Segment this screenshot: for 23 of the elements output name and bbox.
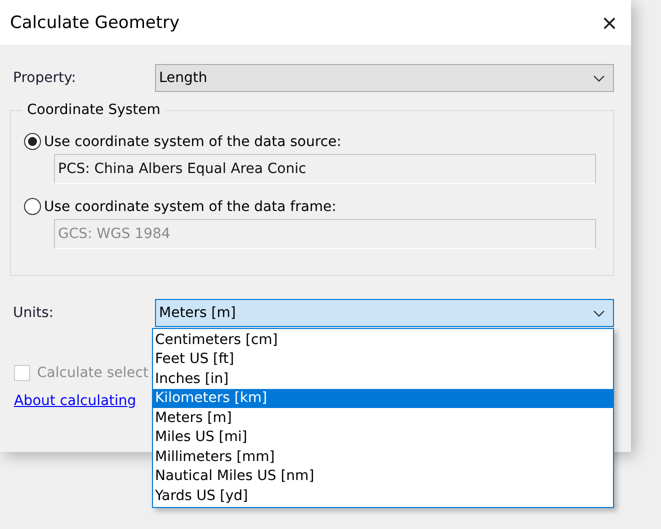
field-label: Units: xyxy=(12,305,55,321)
dropdown-option[interactable]: Millimeters [mm] xyxy=(153,447,613,466)
field-label: Property: xyxy=(12,70,77,86)
chevron-down-icon xyxy=(593,310,605,316)
units-dropdown[interactable]: Meters [m] xyxy=(155,299,614,327)
property-dropdown[interactable]: Length xyxy=(155,64,614,92)
radio-label: Use coordinate system of the data frame: xyxy=(44,198,336,214)
checkbox-label: Calculate select xyxy=(37,365,148,381)
window-title: Calculate Geometry xyxy=(10,12,180,32)
group-title: Coordinate System xyxy=(22,102,166,118)
chevron-down-icon xyxy=(593,74,605,82)
radio-button[interactable] xyxy=(24,133,41,150)
dropdown-option[interactable]: Yards US [yd] xyxy=(153,486,613,506)
dropdown-option[interactable]: Feet US [ft] xyxy=(153,350,613,369)
dropdown-option[interactable]: Miles US [mi] xyxy=(153,428,613,447)
dropdown-option[interactable]: Inches [in] xyxy=(153,369,613,388)
dropdown-option[interactable]: Nautical Miles US [nm] xyxy=(153,466,613,486)
dropdown-option[interactable]: Meters [m] xyxy=(153,408,613,428)
text-field[interactable]: PCS: China Albers Equal Area Conic xyxy=(54,154,596,184)
radio-label: Use coordinate system of the data source: xyxy=(44,134,342,150)
dropdown-option[interactable]: Kilometers [km] xyxy=(153,388,613,408)
dropdown-option[interactable]: Centimeters [cm] xyxy=(153,330,613,350)
close-button[interactable]: × xyxy=(602,10,617,36)
